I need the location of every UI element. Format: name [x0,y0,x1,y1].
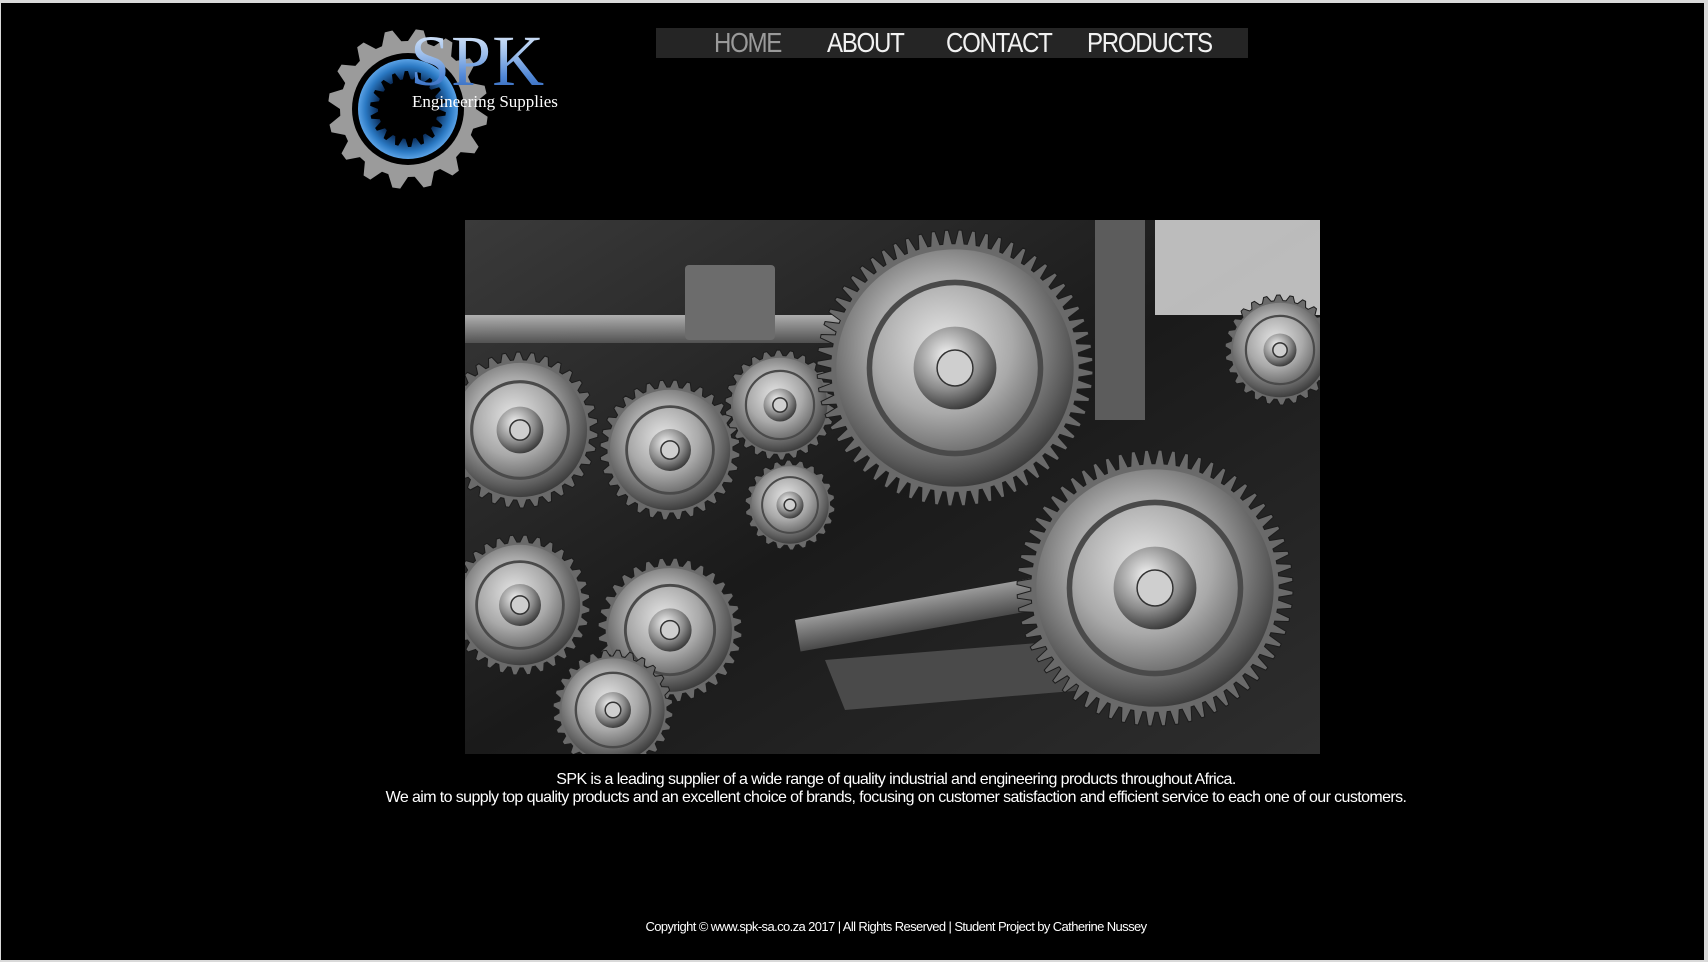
intro-text: SPK is a leading supplier of a wide rang… [301,771,1491,807]
intro-line-2: We aim to supply top quality products an… [385,789,1407,806]
gears-illustration [465,220,1320,754]
footer-copyright: Copyright © www.spk-sa.co.za 2017 | All … [645,919,1147,934]
hero-image [465,220,1320,754]
browser-frame: SPK Engineering Supplies HOME ABOUT CONT… [0,0,1708,962]
page: SPK Engineering Supplies HOME ABOUT CONT… [1,3,1704,960]
nav-products[interactable]: PRODUCTS [1087,26,1213,60]
main-nav: HOME ABOUT CONTACT PRODUCTS [656,26,1248,60]
nav-contact[interactable]: CONTACT [946,26,1053,60]
logo-title: SPK [410,21,546,101]
nav-about[interactable]: ABOUT [827,26,905,60]
site-logo[interactable]: SPK Engineering Supplies [326,25,586,190]
intro-line-1: SPK is a leading supplier of a wide rang… [556,771,1236,788]
nav-home[interactable]: HOME [714,26,782,60]
logo-subtitle: Engineering Supplies [412,92,558,111]
